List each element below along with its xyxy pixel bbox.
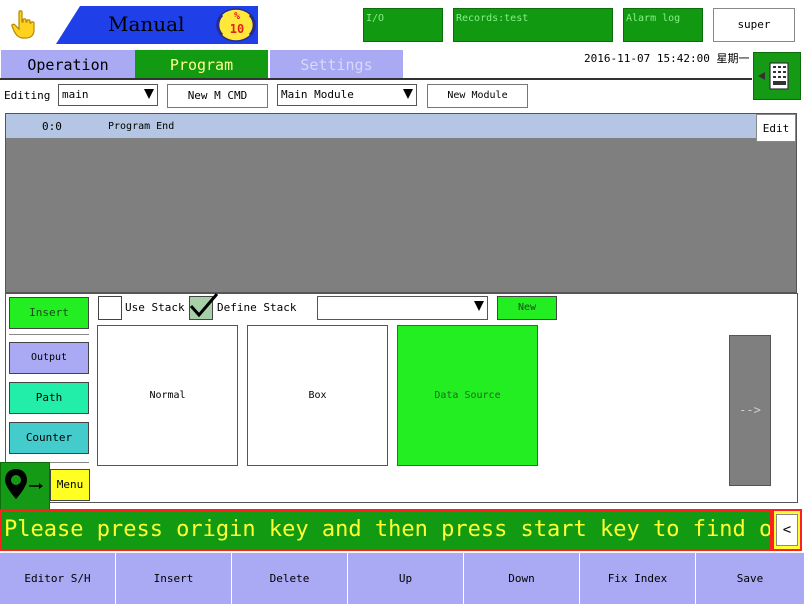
location-button[interactable]	[0, 462, 50, 510]
divider	[9, 334, 89, 335]
editing-label: Editing	[4, 89, 51, 102]
module-select-value: main	[62, 88, 89, 101]
tile-normal[interactable]: Normal	[97, 325, 238, 466]
user-button[interactable]: super	[713, 8, 795, 42]
records-button[interactable]: Records:test	[453, 8, 613, 42]
down-button[interactable]: Down	[464, 553, 580, 604]
tab-divider	[0, 78, 752, 80]
fix-index-button[interactable]: Fix Index	[580, 553, 696, 604]
editor-sh-button[interactable]: Editor S/H	[0, 553, 116, 604]
define-stack-checkbox[interactable]	[189, 293, 219, 320]
datetime-display: 2016-11-07 15:42:00 星期一	[584, 52, 750, 65]
speed-badge[interactable]: % 10	[216, 8, 256, 42]
dropdown-arrow-icon	[403, 89, 413, 99]
program-row-text: Program End	[108, 121, 175, 132]
define-stack-label: Define Stack	[217, 301, 297, 314]
delete-button[interactable]: Delete	[232, 553, 348, 604]
alarm-log-button[interactable]: Alarm log	[623, 8, 703, 42]
io-button[interactable]: I/O	[363, 8, 443, 42]
counter-button[interactable]: Counter	[9, 422, 89, 454]
checkmark-icon	[189, 293, 219, 318]
new-m-cmd-button[interactable]: New M CMD	[167, 84, 268, 108]
main-module-select[interactable]: Main Module	[277, 84, 417, 106]
module-select[interactable]: main	[58, 84, 158, 106]
path-button[interactable]: Path	[9, 382, 89, 414]
program-row-index: 0:0	[42, 120, 62, 133]
tab-settings[interactable]: Settings	[270, 50, 403, 78]
dropdown-arrow-icon	[144, 89, 154, 99]
speed-value: 10	[229, 22, 245, 36]
use-stack-label: Use Stack	[125, 301, 185, 314]
program-list[interactable]	[5, 113, 797, 293]
tile-data-source[interactable]: Data Source	[397, 325, 538, 466]
tab-operation[interactable]: Operation	[1, 50, 135, 78]
mode-label: Manual	[108, 12, 185, 36]
status-message: Please press origin key and then press s…	[0, 509, 772, 551]
keyboard-button[interactable]	[753, 52, 801, 100]
insert-category-button[interactable]: Insert	[9, 297, 89, 329]
new-stack-button[interactable]: New	[497, 296, 557, 320]
hand-pointer-icon[interactable]	[8, 8, 40, 40]
insert-button[interactable]: Insert	[116, 553, 232, 604]
tile-box[interactable]: Box	[247, 325, 388, 466]
use-stack-checkbox[interactable]	[98, 296, 122, 320]
save-button[interactable]: Save	[696, 553, 804, 604]
location-pin-icon	[5, 469, 43, 499]
new-module-button[interactable]: New Module	[427, 84, 528, 108]
stack-select[interactable]	[317, 296, 488, 320]
output-action-button[interactable]: Output Action	[9, 342, 89, 393]
next-page-button[interactable]: -->	[729, 335, 771, 486]
main-module-select-value: Main Module	[281, 88, 354, 101]
tab-program[interactable]: Program	[135, 50, 268, 78]
dropdown-arrow-icon	[474, 301, 484, 311]
up-button[interactable]: Up	[348, 553, 464, 604]
edit-button[interactable]: Edit	[756, 114, 796, 142]
menu-button[interactable]: Menu	[50, 469, 90, 501]
keyboard-icon	[758, 62, 789, 90]
collapse-button[interactable]: <	[776, 514, 798, 546]
